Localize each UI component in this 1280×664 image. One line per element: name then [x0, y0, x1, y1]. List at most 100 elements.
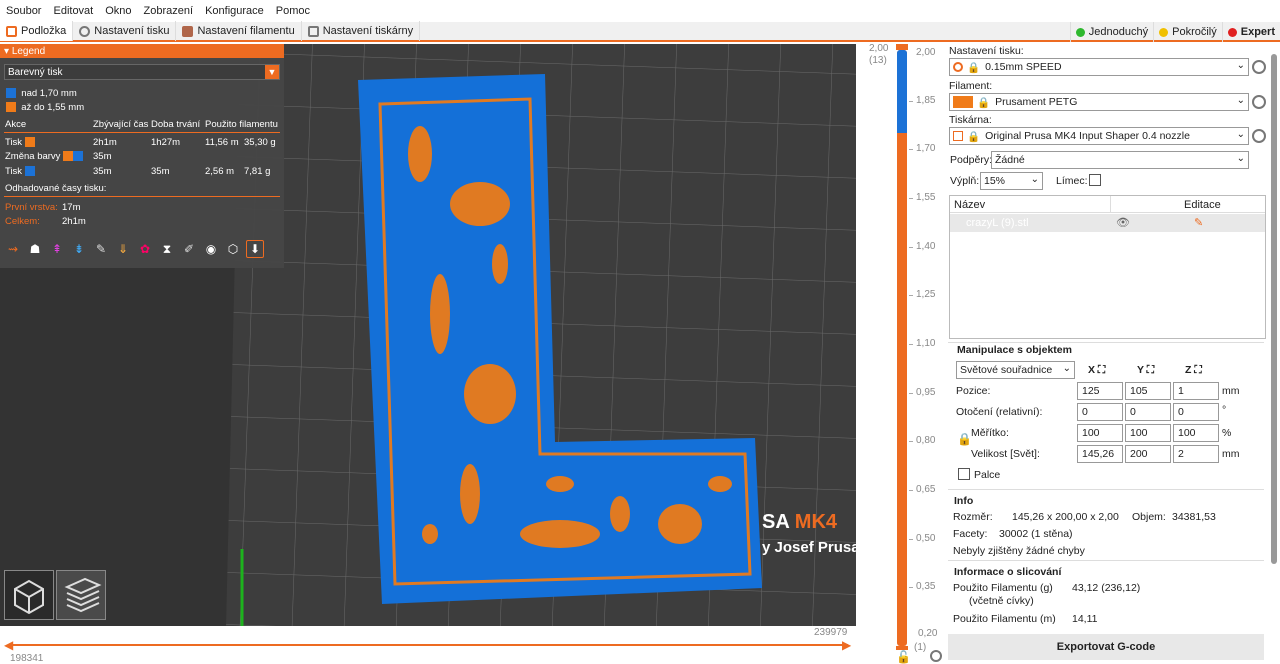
vslider-bottom-value: 0,20 [918, 628, 938, 639]
shells-icon[interactable]: ⬡ [224, 240, 242, 258]
deretraction-icon[interactable]: ⇟ [70, 240, 88, 258]
view-3d-button[interactable] [4, 570, 54, 620]
menu-soubor[interactable]: Soubor [0, 5, 47, 17]
position-z-input[interactable]: 1 [1173, 382, 1219, 400]
menu-konfigurace[interactable]: Konfigurace [199, 5, 270, 17]
menu-editovat[interactable]: Editovat [47, 5, 99, 17]
vslider-tick [909, 344, 913, 345]
position-label: Pozice: [956, 385, 991, 397]
scale-x-input[interactable]: 100 [1077, 424, 1123, 442]
gear-icon [953, 62, 963, 72]
row-duration: 35m [151, 166, 170, 177]
menu-zobrazeni[interactable]: Zobrazení [138, 5, 200, 17]
menu-pomoc[interactable]: Pomoc [270, 5, 316, 17]
horizontal-slider[interactable]: ◀ ▶ 198341 239979 ↺ [0, 626, 880, 664]
inches-label: Palce [974, 469, 1001, 481]
rotation-y-input[interactable]: 0 [1125, 403, 1171, 421]
hslider-left-thumb[interactable]: ◀ [4, 638, 13, 652]
brim-checkbox[interactable] [1089, 174, 1101, 186]
printer-combo[interactable]: 🔒 Original Prusa MK4 Input Shaper 0.4 noz… [949, 127, 1249, 145]
supports-combo[interactable]: Žádné ⌄ [991, 151, 1249, 169]
brim-label: Límec: [1056, 175, 1088, 187]
legend-header[interactable]: ▾ Legend [0, 44, 284, 58]
legend-col-action: Akce [5, 119, 27, 130]
menu-bar: Soubor Editovat Okno Zobrazení Konfigura… [0, 0, 1280, 22]
pause-icon[interactable]: ⧗ [158, 240, 176, 258]
lock-icon[interactable]: 🔒 [957, 432, 972, 446]
spool-icon [182, 25, 194, 37]
legend-color-row: nad 1,70 mm [6, 88, 77, 99]
vslider-top-thumb[interactable] [896, 44, 908, 50]
menu-okno[interactable]: Okno [99, 5, 137, 17]
facets-value: 30002 (1 stěna) [999, 528, 1073, 540]
chevron-down-icon: ⌄ [1236, 153, 1245, 164]
inches-checkbox[interactable] [958, 468, 970, 480]
supports-value: Žádné [995, 154, 1025, 166]
facets-label: Facety: [953, 528, 988, 540]
hslider-right-thumb[interactable]: ▶ [842, 638, 851, 652]
rotation-x-input[interactable]: 0 [1077, 403, 1123, 421]
position-x-input[interactable]: 125 [1077, 382, 1123, 400]
print-settings-value: 0.15mm SPEED [985, 61, 1062, 73]
position-y-input[interactable]: 105 [1125, 382, 1171, 400]
tab-print-settings[interactable]: Nastavení tisku [73, 21, 177, 41]
print-settings-label: Nastavení tisku: [949, 45, 1024, 57]
vslider-tick-label: 1,55 [916, 192, 936, 203]
tool-change-icon[interactable]: ⇓ [114, 240, 132, 258]
sidebar-scrollbar[interactable] [1271, 54, 1277, 564]
object-row[interactable]: crazyL (9).stl 👁 ✎ [950, 214, 1265, 232]
scale-y-input[interactable]: 100 [1125, 424, 1171, 442]
printer-icon [953, 131, 963, 141]
mode-simple[interactable]: Jednoduchý [1069, 22, 1153, 42]
vertical-slider[interactable]: 2,00 (13) 1,85 1,70 1,55 1,40 1,25 1,10 0,95 0,… [856, 43, 948, 664]
tab-plater[interactable]: Podložka [0, 21, 74, 41]
first-layer-value: 17m [62, 202, 81, 213]
size-label: Velikost [Svět]: [971, 448, 1040, 460]
legend-toolbar: ⇝ ☗ ⇞ ⇟ ✎ ⇓ ✿ ⧗ ✐ ◉ ⬡ ⬇ [4, 240, 268, 258]
object-list-header: Název Editace [950, 196, 1265, 213]
lock-icon[interactable]: 🔓 [896, 650, 911, 664]
filament-combo[interactable]: 🔒 Prusament PETG ⌄ [949, 93, 1249, 111]
mode-dot-icon [1159, 27, 1169, 37]
center-of-gravity-icon[interactable]: ◉ [202, 240, 220, 258]
wipe-icon[interactable]: ☗ [26, 240, 44, 258]
tab-filament-settings[interactable]: Nastavení filamentu [176, 21, 302, 41]
legend-title: Legend [11, 45, 46, 57]
cog-icon[interactable] [930, 650, 942, 662]
printer-edit-icon[interactable] [1252, 129, 1266, 143]
print-settings-combo[interactable]: 🔒 0.15mm SPEED ⌄ [949, 58, 1249, 76]
size-z-input[interactable]: 2 [1173, 445, 1219, 463]
vslider-tick [909, 198, 913, 199]
mode-expert[interactable]: Expert [1221, 22, 1280, 42]
retraction-icon[interactable]: ⇞ [48, 240, 66, 258]
seams-icon[interactable]: ✎ [92, 240, 110, 258]
rotation-z-input[interactable]: 0 [1173, 403, 1219, 421]
size-y-input[interactable]: 200 [1125, 445, 1171, 463]
size-info-value: 145,26 x 200,00 x 2,00 [1012, 511, 1119, 523]
filament-edit-icon[interactable] [1252, 95, 1266, 109]
chevron-down-icon: ⌄ [1236, 60, 1245, 71]
object-list[interactable]: Název Editace crazyL (9).stl 👁 ✎ [949, 195, 1266, 339]
scale-z-input[interactable]: 100 [1173, 424, 1219, 442]
mode-advanced[interactable]: Pokročilý [1153, 22, 1222, 42]
color-swatch [24, 166, 35, 177]
color-change-icon[interactable]: ✿ [136, 240, 154, 258]
infill-label: Výplň: [950, 175, 980, 187]
eye-icon[interactable]: 👁 [1116, 216, 1130, 229]
size-x-input[interactable]: 145,26 [1077, 445, 1123, 463]
tool-marker-icon[interactable]: ⬇ [246, 240, 264, 258]
custom-gcode-icon[interactable]: ✐ [180, 240, 198, 258]
manipulation-title: Manipulace s objektem [957, 344, 1072, 356]
edit-icon[interactable]: ✎ [1194, 216, 1203, 229]
coordinates-combo[interactable]: Světové souřadnice ⌄ [956, 361, 1075, 379]
tab-printer-settings[interactable]: Nastavení tiskárny [302, 21, 421, 41]
travel-icon[interactable]: ⇝ [4, 240, 22, 258]
lock-icon: 🔒 [977, 96, 991, 109]
vslider-track [897, 50, 907, 646]
print-settings-edit-icon[interactable] [1252, 60, 1266, 74]
export-gcode-button[interactable]: Exportovat G-code [948, 634, 1264, 660]
infill-combo[interactable]: 15% ⌄ [980, 172, 1043, 190]
view-preview-button[interactable] [56, 570, 106, 620]
row-remaining: 2h1m [93, 137, 117, 148]
legend-view-type-select[interactable]: Barevný tisk ▼ [4, 64, 280, 80]
